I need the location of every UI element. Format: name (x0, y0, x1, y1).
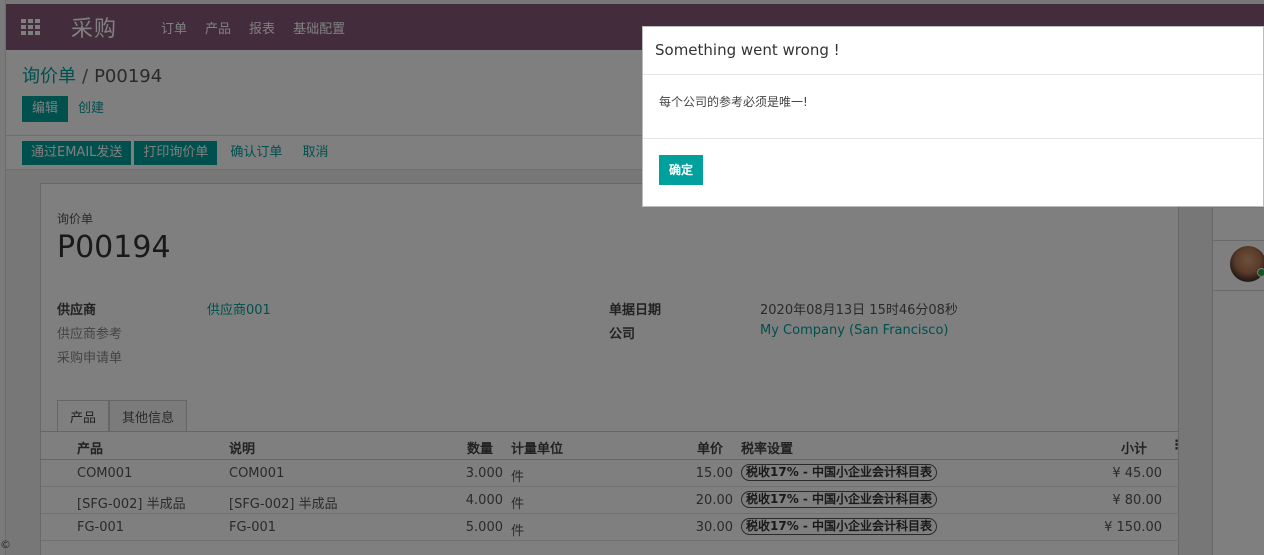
error-dialog: Something went wrong ! 每个公司的参考必须是唯一! 确定 (642, 26, 1264, 207)
ok-button[interactable]: 确定 (659, 155, 704, 185)
dialog-footer: 确定 (643, 139, 1263, 185)
dialog-title: Something went wrong ! (643, 27, 1263, 75)
dialog-message: 每个公司的参考必须是唯一! (643, 75, 1263, 139)
